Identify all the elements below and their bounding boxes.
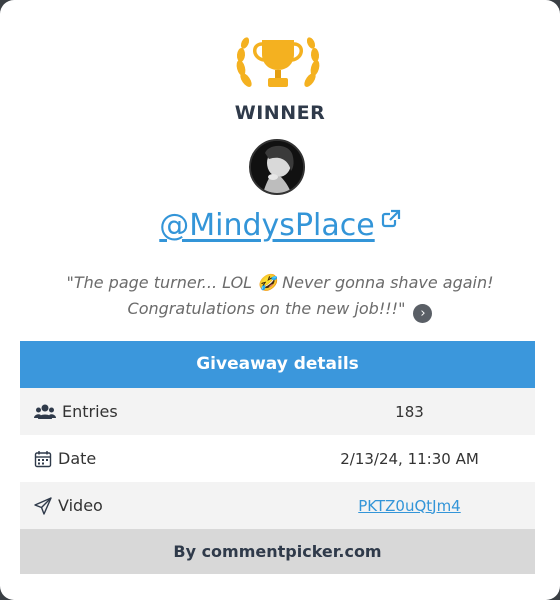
calendar-icon bbox=[34, 450, 52, 467]
details-row-video: Video PKTZ0uQtJm4 bbox=[20, 482, 535, 529]
winner-comment: "The page turner... LOL 🤣 Never gonna sh… bbox=[20, 270, 540, 323]
winner-username-link[interactable]: @MindysPlace bbox=[159, 208, 374, 243]
date-label-cell: Date bbox=[20, 449, 284, 468]
rofl-emoji-icon: 🤣 bbox=[257, 273, 278, 292]
video-link[interactable]: PKTZ0uQtJm4 bbox=[358, 497, 460, 515]
users-icon bbox=[34, 404, 56, 419]
winner-card: WINNER @MindysPlace "The page turner... … bbox=[0, 0, 560, 600]
video-label: Video bbox=[58, 496, 103, 515]
trophy-icon bbox=[236, 37, 320, 87]
expand-comment-button[interactable]: › bbox=[413, 304, 433, 323]
username-row: @MindysPlace bbox=[0, 208, 560, 243]
entries-label: Entries bbox=[62, 402, 118, 421]
giveaway-details-header: Giveaway details bbox=[20, 341, 535, 388]
giveaway-details-table: Giveaway details Entries 183 Date 2/13/2… bbox=[20, 341, 535, 574]
entries-value: 183 bbox=[395, 402, 424, 421]
send-icon bbox=[34, 496, 52, 515]
date-value: 2/13/24, 11:30 AM bbox=[340, 449, 479, 468]
external-link-icon[interactable] bbox=[381, 209, 401, 229]
winner-label: WINNER bbox=[234, 102, 326, 124]
footer-credit: By commentpicker.com bbox=[20, 529, 535, 574]
video-label-cell: Video bbox=[20, 496, 284, 515]
entries-label-cell: Entries bbox=[20, 402, 284, 421]
details-row-date: Date 2/13/24, 11:30 AM bbox=[20, 435, 535, 482]
avatar bbox=[249, 139, 305, 195]
comment-text-start: "The page turner... LOL bbox=[66, 273, 258, 292]
date-label: Date bbox=[58, 449, 97, 468]
details-row-entries: Entries 183 bbox=[20, 388, 535, 435]
video-value-cell: PKTZ0uQtJm4 bbox=[284, 497, 535, 515]
